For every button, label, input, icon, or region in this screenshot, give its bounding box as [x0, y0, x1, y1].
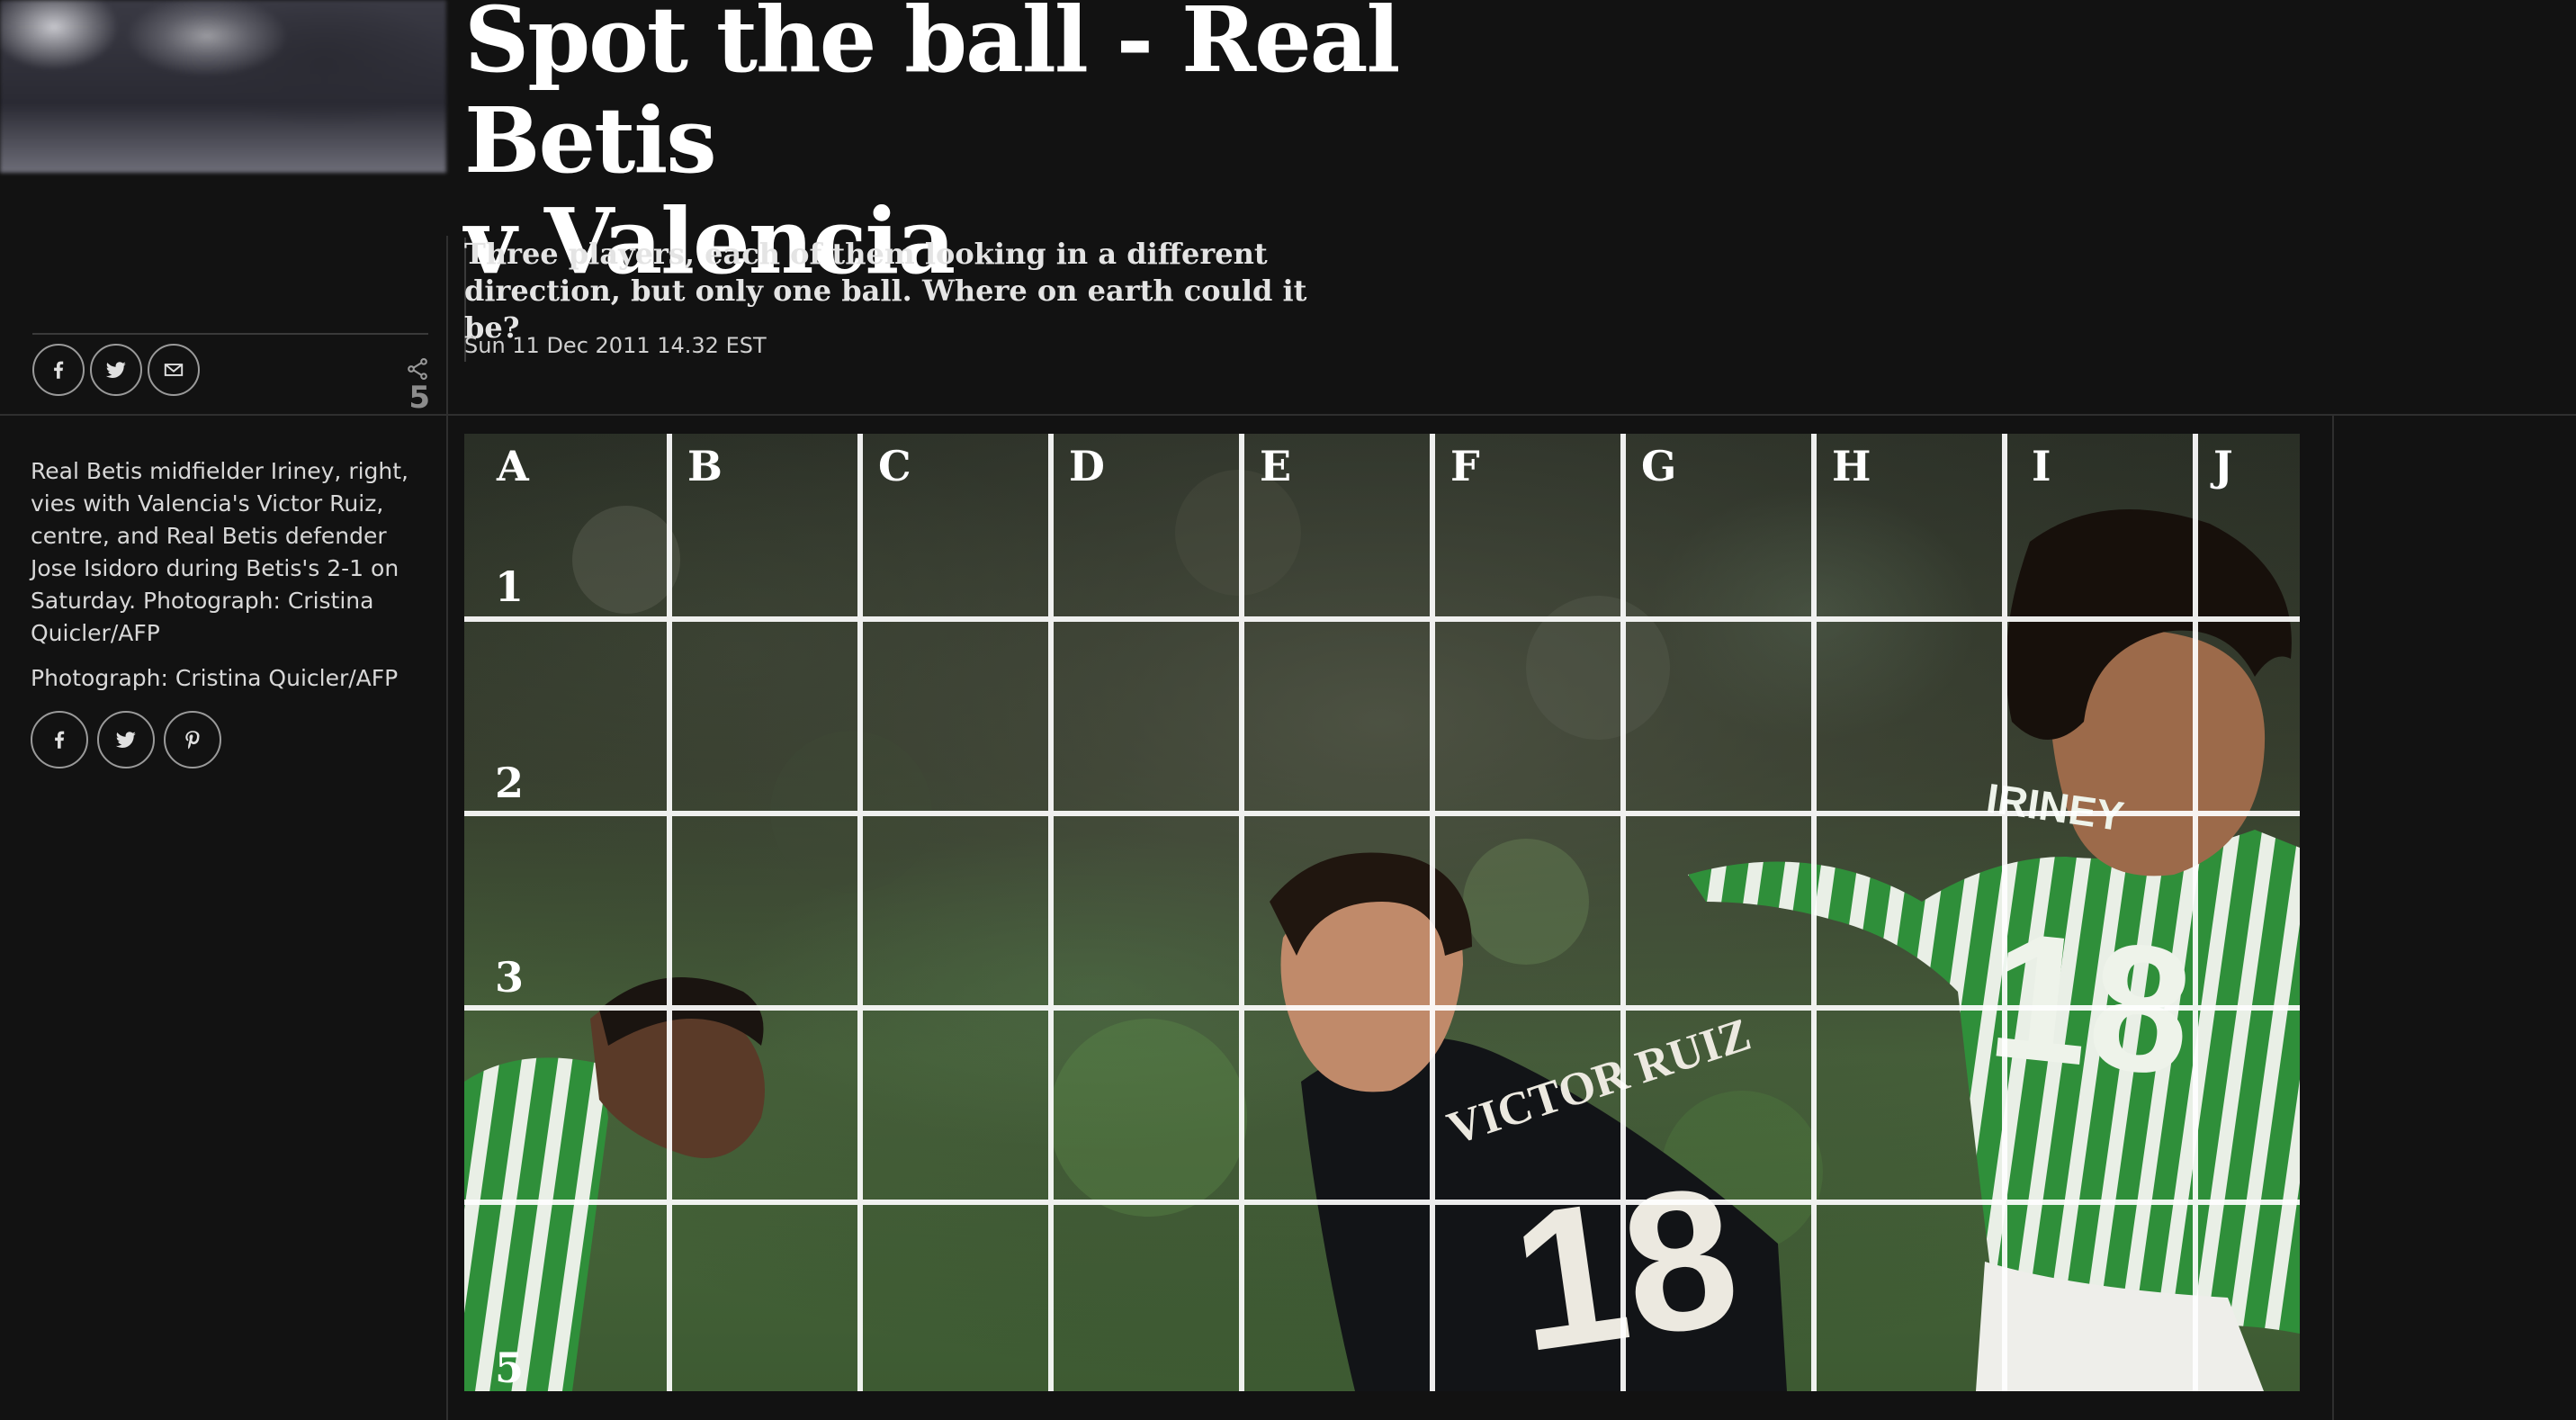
grid-row-3: 3 — [495, 953, 524, 1002]
share-count-number: 5 — [408, 380, 430, 416]
photo-artwork: VICTOR RUIZ 18 IRINEY 18 A B C D E F G H… — [464, 434, 2300, 1391]
email-icon — [164, 364, 184, 376]
grid-row-1: 1 — [495, 562, 524, 611]
facebook-icon — [55, 731, 65, 749]
grid-col-h: H — [1832, 442, 1871, 490]
grid-col-j: J — [2210, 442, 2233, 490]
pinterest-icon — [185, 731, 200, 750]
spot-the-ball-photo[interactable]: VICTOR RUIZ 18 IRINEY 18 A B C D E F G H… — [464, 434, 2300, 1391]
header-divider — [0, 414, 2576, 416]
grid-col-d: D — [1069, 442, 1105, 490]
share-count: 5 — [403, 356, 430, 414]
grid-col-i: I — [2032, 442, 2051, 490]
grid-row-2: 2 — [495, 759, 524, 807]
caption-share-facebook-button[interactable] — [31, 711, 88, 768]
share-facebook-button[interactable] — [32, 344, 85, 396]
caption-share-buttons — [31, 711, 221, 768]
grid-row-5: 5 — [495, 1344, 524, 1391]
share-twitter-button[interactable] — [90, 344, 142, 396]
page-title-line-1: Spot the ball - Real Betis — [464, 0, 1401, 193]
grid-col-c: C — [878, 442, 911, 490]
twitter-icon — [105, 362, 126, 378]
grid-col-b: B — [687, 442, 723, 490]
iriney-shirt-number: 18 — [1981, 894, 2202, 1114]
share-buttons — [32, 344, 200, 396]
twitter-icon — [115, 732, 136, 748]
caption-text: Real Betis midfielder Iriney, right, vie… — [31, 458, 409, 646]
grid-col-f: F — [1450, 442, 1480, 490]
caption-share-twitter-button[interactable] — [97, 711, 155, 768]
standfirst-line-1: Three players, each of them looking in a… — [464, 237, 1268, 271]
caption-credit: Photograph: Cristina Quicler/AFP — [31, 665, 399, 691]
dateline: Sun 11 Dec 2011 14.32 EST — [464, 333, 767, 358]
share-icon — [408, 357, 427, 381]
right-column-divider — [2332, 416, 2334, 1420]
share-divider — [32, 333, 428, 335]
facebook-icon — [54, 361, 64, 379]
grid-col-a: A — [496, 442, 530, 490]
column-divider — [446, 236, 448, 1420]
standfirst: Three players, each of them looking in a… — [464, 236, 1310, 346]
image-caption: Real Betis midfielder Iriney, right, vie… — [31, 455, 408, 707]
grid-col-g: G — [1641, 442, 1676, 490]
share-email-button[interactable] — [148, 344, 200, 396]
caption-share-pinterest-button[interactable] — [164, 711, 221, 768]
grid-col-e: E — [1260, 442, 1291, 490]
hero-thumbnail — [0, 0, 446, 173]
